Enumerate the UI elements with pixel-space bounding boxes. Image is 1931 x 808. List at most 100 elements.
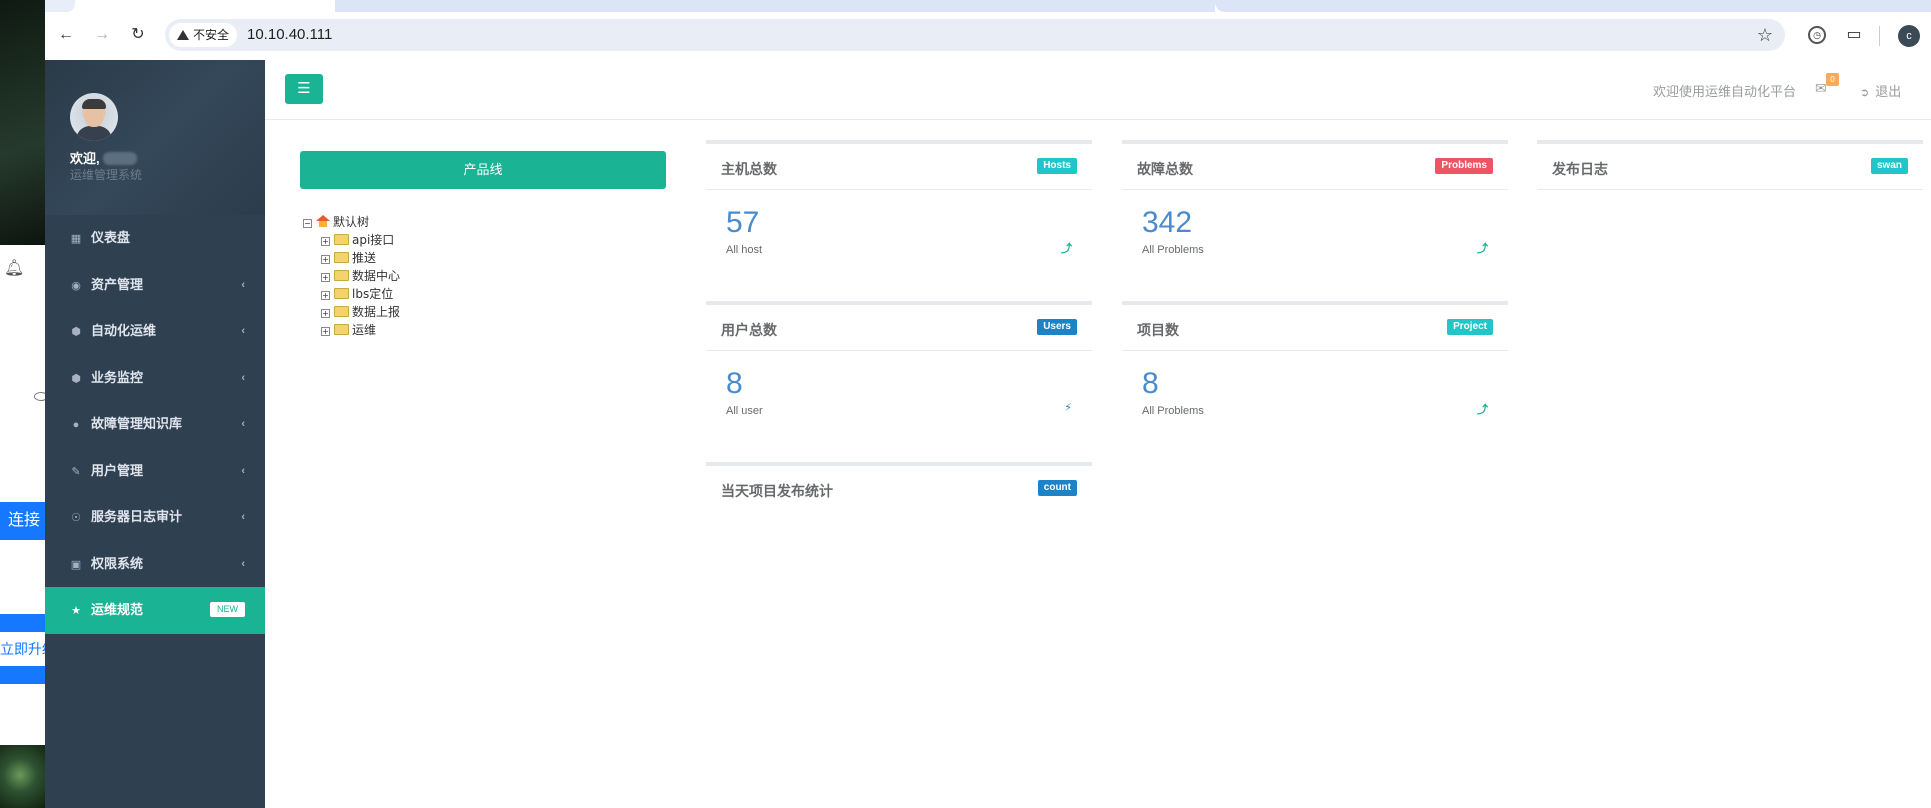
platform-welcome-text: 欢迎使用运维自动化平台 [1653,84,1797,99]
widget-value: 342 [1142,206,1193,239]
tree-root[interactable]: − 默认树 [303,213,400,231]
chevron-left-icon: ‹ [241,325,245,337]
product-tree: − 默认树 + api接口 + 推送 + 数据中心 + lbs定位 + 数据上报 + 运维 [303,213,400,339]
tab[interactable] [1215,0,1931,12]
briefcase-icon: ▣ [70,558,82,571]
sidebar-item-permissions[interactable]: ▣ 权限系统 ‹ [45,541,265,588]
bookmark-star-icon[interactable]: ☆ [1757,23,1773,47]
tree-node-label[interactable]: 推送 [352,251,376,265]
folder-icon [334,288,349,299]
assets-icon: ◉ [71,279,81,292]
menu-toggle-button[interactable]: ☰ [285,74,323,104]
back-button[interactable]: ← [55,24,77,46]
tree-node-label[interactable]: 数据中心 [352,269,400,283]
tree-node-label[interactable]: lbs定位 [352,287,393,301]
history-extension-icon[interactable]: ◷ [1808,26,1826,44]
grid-icon: ▦ [70,233,82,245]
cube-icon: ⬢ [71,326,81,338]
swan-label: swan [1870,158,1908,174]
reload-button[interactable]: ↻ [127,24,149,46]
tree-node[interactable]: + 数据中心 [303,267,400,285]
widget-title: 项目数 [1137,322,1179,338]
security-label: 不安全 [193,28,230,42]
count-label: count [1037,480,1077,496]
welcome-label: 欢迎, [70,151,100,166]
expand-icon[interactable]: + [321,291,330,300]
widget-title: 当天项目发布统计 [721,483,833,499]
folder-icon [334,234,349,245]
bomb-icon: ● [72,419,80,431]
tree-node[interactable]: + 运维 [303,321,400,339]
sidebar-item-automation[interactable]: ⬢ 自动化运维 ‹ [45,308,265,355]
sidebar-item-label: 业务监控 [91,369,144,385]
system-name: 运维管理系统 [70,168,143,182]
project-label: Project [1447,319,1493,335]
sidebar-item-assets[interactable]: ◉ 资产管理 ‹ [45,262,265,309]
folder-icon [334,324,349,335]
tree-node-label[interactable]: 默认树 [333,215,369,229]
extensions-puzzle-icon[interactable]: ▭ [1845,26,1863,44]
widget-value: 8 [1142,367,1159,400]
tree-node[interactable]: + api接口 [303,231,400,249]
sidebar-item-monitoring[interactable]: ⬢ 业务监控 ‹ [45,355,265,402]
sidebar-item-label: 用户管理 [91,462,144,478]
sidebar-item-dashboard[interactable]: ▦ 仪表盘 [45,215,265,262]
tree-node-label[interactable]: 运维 [352,323,376,337]
level-up-icon: ⤴ [1061,243,1072,255]
tab[interactable] [335,0,1215,12]
sidebar-menu: ▦ 仪表盘 ◉ 资产管理 ‹ ⬢ 自动化运维 ‹ ⬢ 业务监控 ‹ ● 故障管理知识库 ‹ ✎ 用户… [45,215,265,634]
sidebar-item-log-audit[interactable]: ☉ 服务器日志审计 ‹ [45,494,265,541]
background-window: 🔔︎ 连接 立即升级 [0,0,45,808]
expand-icon[interactable]: + [321,327,330,336]
tree-node[interactable]: + lbs定位 [303,285,400,303]
tree-node-label[interactable]: 数据上报 [352,305,400,319]
home-icon [316,215,330,227]
collapse-icon[interactable]: − [303,219,312,228]
background-image-bottom [0,745,45,808]
chevron-left-icon: ‹ [241,371,245,384]
tree-node[interactable]: + 推送 [303,249,400,267]
problems-widget: 故障总数 Problems 342 All Problems ⤴ [1122,140,1508,298]
sidebar-item-label: 仪表盘 [91,230,131,245]
expand-icon[interactable]: + [321,255,330,264]
expand-icon[interactable]: + [321,237,330,246]
widget-title: 用户总数 [721,322,777,338]
expand-icon[interactable]: + [321,309,330,318]
bell-icon[interactable]: 🔔︎ [4,258,24,278]
tree-node[interactable]: + 数据上报 [303,303,400,321]
envelope-icon[interactable]: ✉ [1815,80,1827,97]
cube-icon: ⬢ [71,372,81,385]
expand-icon[interactable]: + [321,273,330,282]
welcome-user[interactable]: 欢迎, [70,148,138,167]
hosts-widget: 主机总数 Hosts 57 All host ⤴ [706,140,1092,298]
forward-button[interactable]: → [91,24,113,46]
sidebar-item-fault-kb[interactable]: ● 故障管理知识库 ‹ [45,401,265,448]
security-chip[interactable]: 不安全 [169,23,238,47]
sidebar-item-users[interactable]: ✎ 用户管理 ‹ [45,448,265,495]
sidebar-item-label: 运维规范 [91,602,144,617]
url-text[interactable]: 10.10.40.111 [247,19,332,51]
chevron-left-icon: ‹ [241,557,245,570]
logout-link[interactable]: ➲ 退出 [1860,81,1901,100]
hosts-label: Hosts [1037,158,1077,174]
profile-avatar[interactable]: c [1898,25,1920,47]
address-bar[interactable]: 不安全 10.10.40.111 ☆ [165,19,1785,51]
chevron-left-icon: ‹ [241,418,245,430]
upgrade-button[interactable]: 立即升级 [0,632,45,666]
product-line-button[interactable]: 产品线 [300,151,666,189]
sidebar-item-ops-standards[interactable]: ★ 运维规范 NEW [45,587,265,634]
daily-release-widget: 当天项目发布统计 count [706,462,1092,512]
tree-node-label[interactable]: api接口 [352,233,394,247]
release-log-widget: 发布日志 swan [1537,140,1923,190]
tab[interactable] [45,0,75,12]
tab-strip [45,0,1931,12]
top-navbar: ☰ 欢迎使用运维自动化平台 ✉ 0 ➲ 退出 [265,60,1931,120]
widget-title: 故障总数 [1137,161,1193,177]
connect-button[interactable]: 连接 [0,502,45,540]
problems-label: Problems [1435,158,1493,174]
widget-title: 发布日志 [1552,161,1608,177]
eye-icon[interactable] [34,392,45,401]
sidebar-item-label: 权限系统 [91,555,144,571]
avatar[interactable] [70,93,118,141]
folder-icon [334,252,349,263]
